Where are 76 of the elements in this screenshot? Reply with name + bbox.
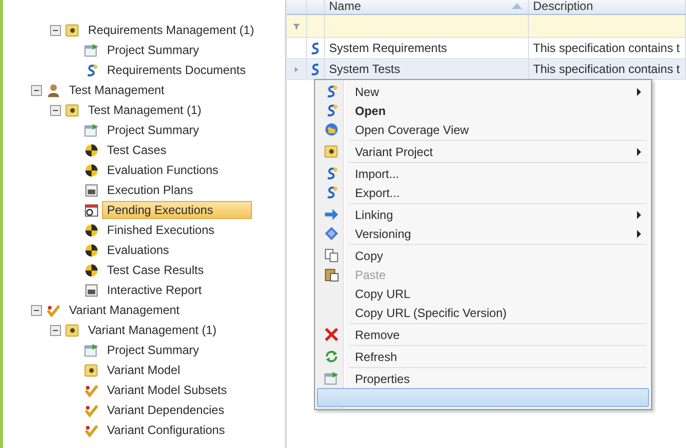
calendar-icon [84, 202, 99, 218]
filter-icon [293, 22, 300, 30]
tree-item[interactable]: Finished Executions [102, 221, 220, 239]
collapse-toggle[interactable] [30, 304, 42, 316]
table-cell: System Requirements [325, 38, 529, 58]
disc-icon [84, 262, 99, 278]
menu-item[interactable]: Copy URL (Specific Version) [355, 306, 649, 320]
tree-item[interactable]: Requirements Documents [102, 61, 251, 79]
disc-icon [84, 142, 99, 158]
tree-item[interactable]: Evaluation Functions [102, 161, 224, 179]
menu-item[interactable]: Linking [355, 208, 637, 222]
tree-item[interactable]: Variant Dependencies [102, 401, 230, 419]
row-pointer-icon [294, 66, 299, 72]
tree-item[interactable]: Variant Management [64, 301, 185, 319]
report-icon [84, 182, 99, 198]
menu-item[interactable]: Remove [355, 328, 649, 342]
tree-item[interactable]: Evaluations [102, 241, 174, 259]
refresh-icon [324, 349, 338, 364]
menu-item[interactable]: Properties [355, 372, 649, 386]
window-icon [84, 42, 99, 58]
collapse-toggle[interactable] [30, 84, 42, 96]
checkmark-icon [84, 402, 99, 418]
window-icon [84, 122, 99, 138]
folder-icon [65, 102, 80, 118]
sort-icon [512, 3, 522, 9]
tree-item[interactable]: Project Summary [102, 341, 204, 359]
menu-item[interactable]: Variant Project [355, 144, 637, 158]
disc-icon [84, 162, 99, 178]
arrow-icon [324, 207, 338, 222]
checkmark-icon [46, 302, 61, 318]
tree-item[interactable]: Test Management (1) [83, 101, 206, 119]
tree-item[interactable]: Requirements Management (1) [83, 21, 260, 39]
disc-icon [84, 242, 99, 258]
table-cell: This specification contains t [529, 38, 686, 58]
menu-item[interactable]: Open [355, 104, 649, 118]
report-icon [84, 282, 99, 298]
collapse-toggle[interactable] [50, 104, 60, 116]
tree-item[interactable]: Project Summary [102, 41, 204, 59]
collapse-toggle[interactable] [50, 24, 60, 36]
clipboard-icon [324, 267, 338, 282]
tree-item[interactable]: Variant Model Subsets [102, 381, 232, 399]
column-header[interactable]: Description [529, 0, 686, 14]
bust-icon [46, 82, 61, 98]
menu-item[interactable]: Copy URL [355, 286, 649, 300]
folder-icon [324, 144, 338, 159]
menu-item[interactable]: Import... [355, 166, 649, 180]
folder-icon [65, 22, 80, 38]
tree-item[interactable]: Variant Configurations [102, 421, 230, 439]
checkmark-icon [84, 382, 99, 398]
globe-icon [324, 122, 338, 137]
tree-item[interactable]: Pending Executions [102, 201, 252, 219]
menu-item[interactable]: Export... [355, 186, 649, 200]
checkmark-icon [84, 422, 99, 438]
column-header[interactable]: Name [325, 0, 529, 14]
tree-item[interactable]: Variant Model [102, 361, 186, 379]
tree-item[interactable]: Project Summary [102, 121, 204, 139]
menu-item[interactable]: New [355, 84, 637, 98]
menu-item[interactable]: Open Coverage View [355, 122, 649, 136]
tree-item[interactable]: Test Cases [102, 141, 172, 159]
tree-item[interactable]: Test Case Results [102, 261, 209, 279]
collapse-toggle[interactable] [50, 324, 60, 336]
folder-icon [65, 322, 80, 338]
tree-item[interactable]: Test Management [64, 81, 170, 99]
disc-icon [84, 222, 99, 238]
pages-icon [324, 248, 338, 263]
menu-item[interactable]: Refresh [355, 350, 649, 364]
tree-item[interactable]: Interactive Report [102, 281, 207, 299]
tree-item[interactable]: Execution Plans [102, 181, 198, 199]
folder-icon [84, 362, 99, 378]
window-icon [84, 342, 99, 358]
tree-item[interactable]: Variant Management (1) [83, 321, 222, 339]
cross-icon [324, 327, 338, 342]
window-icon [324, 371, 338, 386]
menu-item[interactable]: Versioning [355, 226, 637, 240]
diamond-icon [324, 226, 338, 241]
menu-item[interactable]: Copy [355, 248, 649, 262]
